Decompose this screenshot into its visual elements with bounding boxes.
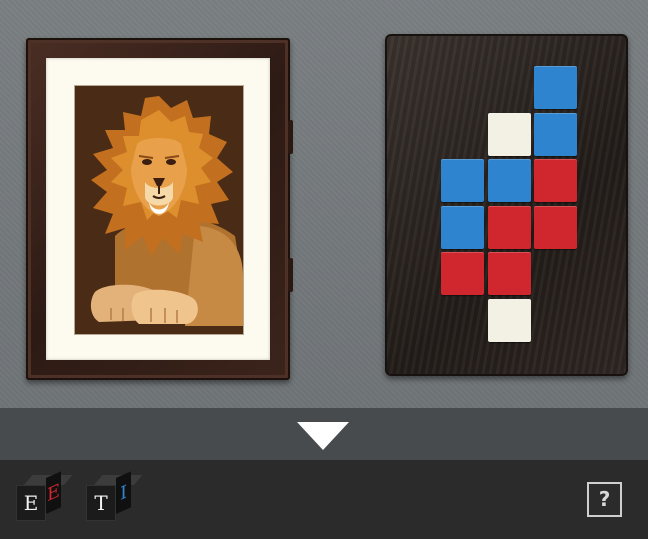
puzzle-tile-white[interactable] (487, 298, 531, 342)
cube-side-letter: I (116, 471, 131, 514)
lion-icon (75, 86, 243, 334)
puzzle-tile-blue[interactable] (487, 159, 531, 202)
frame-hinge (288, 120, 293, 154)
puzzle-tile-blue[interactable] (441, 205, 484, 249)
letter-cube-inventory-item[interactable]: E E (16, 471, 73, 523)
puzzle-tile-white[interactable] (487, 112, 531, 156)
game-scene (0, 0, 648, 408)
puzzle-tile-red[interactable] (487, 252, 531, 295)
puzzle-tile-red[interactable] (534, 159, 577, 202)
cube-front-letter: T (86, 485, 116, 521)
chevron-down-icon[interactable] (297, 422, 349, 450)
inventory-toolbar: E E T I ? (0, 460, 648, 539)
help-button[interactable]: ? (587, 482, 622, 517)
puzzle-tile-red[interactable] (441, 252, 484, 295)
lion-artwork (74, 85, 244, 335)
frame-hinge (288, 258, 293, 292)
cube-front-letter: E (16, 485, 46, 521)
puzzle-tile-blue[interactable] (534, 66, 577, 109)
puzzle-tile-red[interactable] (487, 205, 531, 249)
lion-picture-frame[interactable] (26, 38, 290, 380)
picture-mat (46, 58, 270, 360)
puzzle-tile-blue[interactable] (441, 159, 484, 202)
expand-bar (0, 408, 648, 460)
letter-cube-inventory-item[interactable]: T I (86, 471, 143, 523)
puzzle-board[interactable] (385, 34, 628, 376)
puzzle-tile-blue[interactable] (534, 112, 577, 156)
cube-side-letter: E (46, 471, 61, 514)
puzzle-tile-red[interactable] (534, 205, 577, 249)
